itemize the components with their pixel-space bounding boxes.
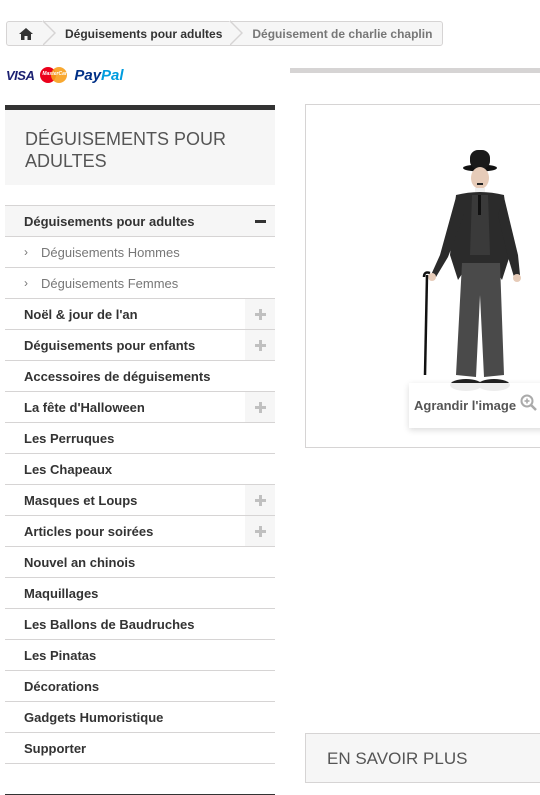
sidebar-title: DÉGUISEMENTS POUR ADULTES — [25, 129, 227, 171]
menu-item-nouvel-an-chinois[interactable]: Nouvel an chinois — [5, 547, 275, 578]
breadcrumb-separator — [229, 20, 244, 46]
expand-toggle[interactable] — [245, 392, 275, 422]
plus-icon — [254, 494, 266, 506]
mastercard-logo: MasterCard — [40, 66, 70, 84]
breadcrumb-current: Déguisement de charlie chaplin — [252, 26, 433, 41]
expand-toggle[interactable] — [245, 299, 275, 329]
menu-item-ballons[interactable]: Les Ballons de Baudruches — [5, 609, 275, 640]
breadcrumb: Déguisements pour adultes Déguisement de… — [6, 20, 444, 46]
paypal-logo: PayPal — [74, 66, 124, 84]
more-info-title: EN SAVOIR PLUS — [327, 749, 468, 768]
chevron-right-icon: › — [24, 245, 28, 259]
menu-item-decorations[interactable]: Décorations — [5, 671, 275, 702]
sidebar-title-block: DÉGUISEMENTS POUR ADULTES — [5, 105, 275, 185]
collapse-toggle[interactable] — [245, 206, 275, 236]
home-icon — [19, 27, 33, 40]
menu-item-gadgets[interactable]: Gadgets Humoristique — [5, 702, 275, 733]
more-info-section: EN SAVOIR PLUS — [305, 733, 540, 783]
zoom-in-icon — [520, 394, 538, 417]
divider-bar — [290, 68, 540, 73]
menu-item-articles-soirees[interactable]: Articles pour soirées — [5, 516, 275, 547]
menu-item-masques[interactable]: Masques et Loups — [5, 485, 275, 516]
menu-item-deguisements-femmes[interactable]: › Déguisements Femmes — [5, 268, 275, 299]
menu-item-halloween[interactable]: La fête d'Halloween — [5, 392, 275, 423]
breadcrumb-separator — [42, 20, 57, 46]
visa-logo: VISA — [6, 67, 35, 83]
category-menu: Déguisements pour adultes › Déguisements… — [5, 205, 275, 764]
menu-item-noel[interactable]: Noël & jour de l'an — [5, 299, 275, 330]
plus-icon — [254, 401, 266, 413]
minus-icon — [254, 219, 266, 223]
expand-toggle[interactable] — [245, 516, 275, 546]
payment-logos: VISA MasterCard PayPal — [6, 66, 124, 84]
menu-item-pinatas[interactable]: Les Pinatas — [5, 640, 275, 671]
breadcrumb-home[interactable] — [7, 22, 45, 45]
menu-item-chapeaux[interactable]: Les Chapeaux — [5, 454, 275, 485]
menu-item-accessoires[interactable]: Accessoires de déguisements — [5, 361, 275, 392]
menu-item-deguisements-adultes[interactable]: Déguisements pour adultes — [5, 206, 275, 237]
expand-toggle[interactable] — [245, 330, 275, 360]
menu-item-deguisements-hommes[interactable]: › Déguisements Hommes — [5, 237, 275, 268]
plus-icon — [254, 339, 266, 351]
breadcrumb-link-category[interactable]: Déguisements pour adultes — [57, 27, 232, 41]
plus-icon — [254, 308, 266, 320]
zoom-button[interactable]: Agrandir l'image — [409, 383, 540, 428]
plus-icon — [254, 525, 266, 537]
menu-item-perruques[interactable]: Les Perruques — [5, 423, 275, 454]
chevron-right-icon: › — [24, 276, 28, 290]
menu-item-deguisements-enfants[interactable]: Déguisements pour enfants — [5, 330, 275, 361]
menu-item-maquillages[interactable]: Maquillages — [5, 578, 275, 609]
expand-toggle[interactable] — [245, 485, 275, 515]
menu-item-supporter[interactable]: Supporter — [5, 733, 275, 764]
